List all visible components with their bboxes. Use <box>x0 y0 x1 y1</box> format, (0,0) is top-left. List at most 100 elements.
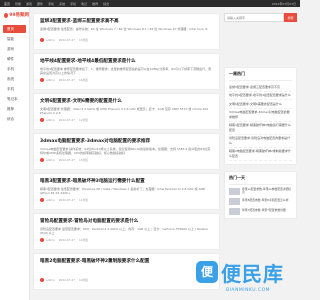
article-meta: admin 2022-07-27 13浏览 <box>40 38 213 43</box>
search-input[interactable] <box>224 13 284 22</box>
hot-list-item[interactable]: 3dmax电脑配置要求-3dmax对电脑配置的要求推荐 <box>229 109 292 122</box>
author-avatar <box>40 78 44 83</box>
article-title[interactable]: 蓝绑3配置要求-蓝绑三配置要求高不高 <box>40 18 213 24</box>
topnav-link[interactable]: 手机 <box>48 2 54 6</box>
article-card[interactable]: 地平线4配置要求-地平线4最低配置要求是什么 地平线4配置要求 推荐配置要求如下… <box>33 53 220 90</box>
daily-hot-item[interactable]: 苹果8配置参数-苹果8手机配置怎么样 <box>229 197 292 205</box>
weekly-hot-panel: 一周热门 蓝绑3配置要求-蓝绑三配置要求高不高 地平线4配置要求-地平线4最低配… <box>224 67 297 165</box>
sidebar-item[interactable]: 硬件 <box>3 55 26 63</box>
left-sidebar: 99易聚网 首页 智能 游戏 硬件 手机 系统 手机 笔记本 推荐 综合 <box>0 7 30 300</box>
sidebar-item[interactable]: 手机 <box>3 85 26 93</box>
topnav-link[interactable]: 硬件 <box>37 2 43 6</box>
topnav-link[interactable]: 游戏 <box>26 2 32 6</box>
topnav-link[interactable]: 综合 <box>103 2 109 6</box>
article-title[interactable]: 冒险岛配置要求-冒险岛对电脑配置的要求是什么 <box>40 218 213 224</box>
article-author: admin <box>46 78 55 83</box>
article-views: 11浏览 <box>79 198 89 203</box>
daily-hot-item-title[interactable]: 苹果8配置参数-苹果8手机配置怎么样 <box>242 199 289 203</box>
thumbnail-image <box>229 207 240 215</box>
sidebar-item[interactable]: 游戏 <box>3 45 26 53</box>
article-author: admin <box>46 38 55 43</box>
author-avatar <box>40 158 44 163</box>
article-author: admin <box>46 158 55 163</box>
daily-hot-item[interactable]: 苹果xs配置参数-苹果xs参数配置详细信息 <box>229 187 292 195</box>
sidebar-item[interactable]: 系统 <box>3 75 26 83</box>
topnav-home-link[interactable]: 首页 <box>4 2 10 6</box>
hot-list-item[interactable]: 暗黑2电脑配置要求-暗黑破坏神2重制版要求什么配置 <box>229 148 292 161</box>
article-card[interactable]: 暗黑2电脑配置要求-暗黑破坏神2重制版要求什么配置 admin 2022-07-… <box>33 253 220 290</box>
daily-hot-item[interactable]: 苹果7配置参数-苹果7配置参数详细 <box>229 207 292 215</box>
sidebar-item[interactable]: 推荐 <box>3 105 26 113</box>
article-date: 2022-07-27 <box>58 158 76 163</box>
daily-hot-item-title[interactable]: 苹果xs配置参数-苹果xs参数配置详细信息 <box>242 187 292 195</box>
article-card[interactable]: 3dmax电脑配置要求-3dmax对电脑配置的要求推荐 3dmax电脑配置要求 … <box>33 133 220 170</box>
article-date: 2022-07-27 <box>58 238 76 243</box>
author-avatar <box>40 118 44 123</box>
article-date: 2022-07-27 <box>58 278 76 283</box>
topnav-link[interactable]: 笔记 <box>81 2 87 6</box>
panel-title: 热门一天 <box>229 175 292 185</box>
article-title[interactable]: 暗黑2电脑配置要求-暗黑破坏神2重制版要求什么配置 <box>40 258 213 264</box>
search-button[interactable]: 搜索 <box>284 13 297 22</box>
article-author: admin <box>46 238 55 243</box>
hot-list-item[interactable]: 文明6配置要求-文明6需要的配置是什么 <box>229 100 292 109</box>
hot-list-item[interactable]: 地平线4配置要求-地平线4最低配置要求是什么 <box>229 92 292 100</box>
article-meta: admin 2022-07-27 12浏览 <box>40 118 213 123</box>
article-views: 13浏览 <box>79 158 89 163</box>
article-card[interactable]: 冒险岛配置要求-冒险岛对电脑配置的要求是什么 冒险岛配置要求 最低配置要求：CP… <box>33 213 220 250</box>
search-box: 搜索 <box>224 13 297 22</box>
watermark-subtext: BIANMINKU.COM <box>226 288 271 293</box>
site-logo[interactable]: 99易聚网 <box>0 7 29 23</box>
author-avatar <box>40 198 44 203</box>
top-navbar: 首页 智能 游戏 硬件 手机 系统 手机 笔记 推荐 综合 2022年07月03… <box>0 0 300 7</box>
panel-title: 一周热门 <box>229 71 292 81</box>
article-meta: admin 2022-07-27 14浏览 <box>40 238 213 243</box>
article-meta: admin 2022-07-27 13浏览 <box>40 158 213 163</box>
article-views: 14浏览 <box>79 238 89 243</box>
article-excerpt: 3dmax电脑配置要求 操作系统：64位Win10或以上系统，建议使用Win10… <box>40 147 211 156</box>
author-avatar <box>40 38 44 43</box>
article-excerpt: 蓝绑3配置要求 最低配置：操作系统：64 位 Windows 7 / 64 位 … <box>40 27 208 31</box>
article-card[interactable]: 文明6配置要求-文明6需要的配置是什么 文明6配置要求 处理器：Intel i3… <box>33 93 220 130</box>
article-excerpt: 暗黑3配置要求 最低配置要求：Windows XP / Vista / Wind… <box>40 187 206 196</box>
topnav-link[interactable]: 系统 <box>59 2 65 6</box>
article-title[interactable]: 地平线4配置要求-地平线4最低配置要求是什么 <box>40 58 213 64</box>
watermark-logo: 便 便民库 <box>196 252 296 292</box>
article-excerpt <box>40 267 213 275</box>
article-date: 2022-07-27 <box>58 78 76 83</box>
article-title[interactable]: 3dmax电脑配置要求-3dmax对电脑配置的要求推荐 <box>40 138 213 144</box>
sidebar-item[interactable]: 手机 <box>3 65 26 73</box>
article-author: admin <box>46 118 55 123</box>
sidebar-item[interactable]: 智能 <box>3 35 26 43</box>
article-date: 2022-07-27 <box>58 38 76 43</box>
article-views: 13浏览 <box>79 38 89 43</box>
logo-icon <box>4 12 9 18</box>
author-avatar <box>40 238 44 243</box>
article-excerpt: 文明6配置要求 处理器：Intel i3 2.5GHz 或 AMD Phenom… <box>40 107 209 116</box>
article-card[interactable]: 暗黑3配置要求-暗黑破坏神3电脑运行需要什么配置 暗黑3配置要求 最低配置要求：… <box>33 173 220 210</box>
article-views: 12浏览 <box>79 118 89 123</box>
article-meta: admin 2022-07-27 16浏览 <box>40 78 213 83</box>
author-avatar <box>40 278 44 283</box>
hot-list-item[interactable]: 蓝绑3配置要求-蓝绑三配置要求高不高 <box>229 83 292 92</box>
watermark-text: 便民库 <box>221 261 284 286</box>
article-views: 10浏览 <box>79 278 89 283</box>
topnav-link[interactable]: 推荐 <box>92 2 98 6</box>
daily-hot-item-title[interactable]: 苹果7配置参数-苹果7配置参数详细 <box>242 209 286 213</box>
article-card[interactable]: 蓝绑3配置要求-蓝绑三配置要求高不高 蓝绑3配置要求 最低配置：操作系统：64 … <box>33 13 220 50</box>
date-display: 2022年07月03日 <box>271 1 296 6</box>
topnav-link[interactable]: 智能 <box>15 2 21 6</box>
hot-list-item[interactable]: 暗黑3配置要求-暗黑破坏神3电脑运行需要什么配置 <box>229 122 292 135</box>
watermark-badge: 便 <box>196 261 218 283</box>
article-title[interactable]: 暗黑3配置要求-暗黑破坏神3电脑运行需要什么配置 <box>40 178 213 184</box>
article-excerpt: 地平线4配置要求 推荐配置要求如下：1、推荐要求：这里的推荐配置指的是可以在10… <box>40 67 212 76</box>
site-logo-text: 99易聚网 <box>9 13 29 18</box>
thumbnail-image <box>229 197 240 205</box>
hot-list-item[interactable]: 冒险岛配置要求-冒险岛对电脑配置的要求是什么 <box>229 135 292 148</box>
article-title[interactable]: 文明6配置要求-文明6需要的配置是什么 <box>40 98 213 104</box>
article-list: 蓝绑3配置要求-蓝绑三配置要求高不高 蓝绑3配置要求 最低配置：操作系统：64 … <box>33 13 220 293</box>
topnav-link[interactable]: 手机 <box>70 2 76 6</box>
sidebar-item-home[interactable]: 首页 <box>3 25 26 33</box>
sidebar-item[interactable]: 笔记本 <box>3 95 26 103</box>
sidebar-item[interactable]: 综合 <box>3 115 26 123</box>
